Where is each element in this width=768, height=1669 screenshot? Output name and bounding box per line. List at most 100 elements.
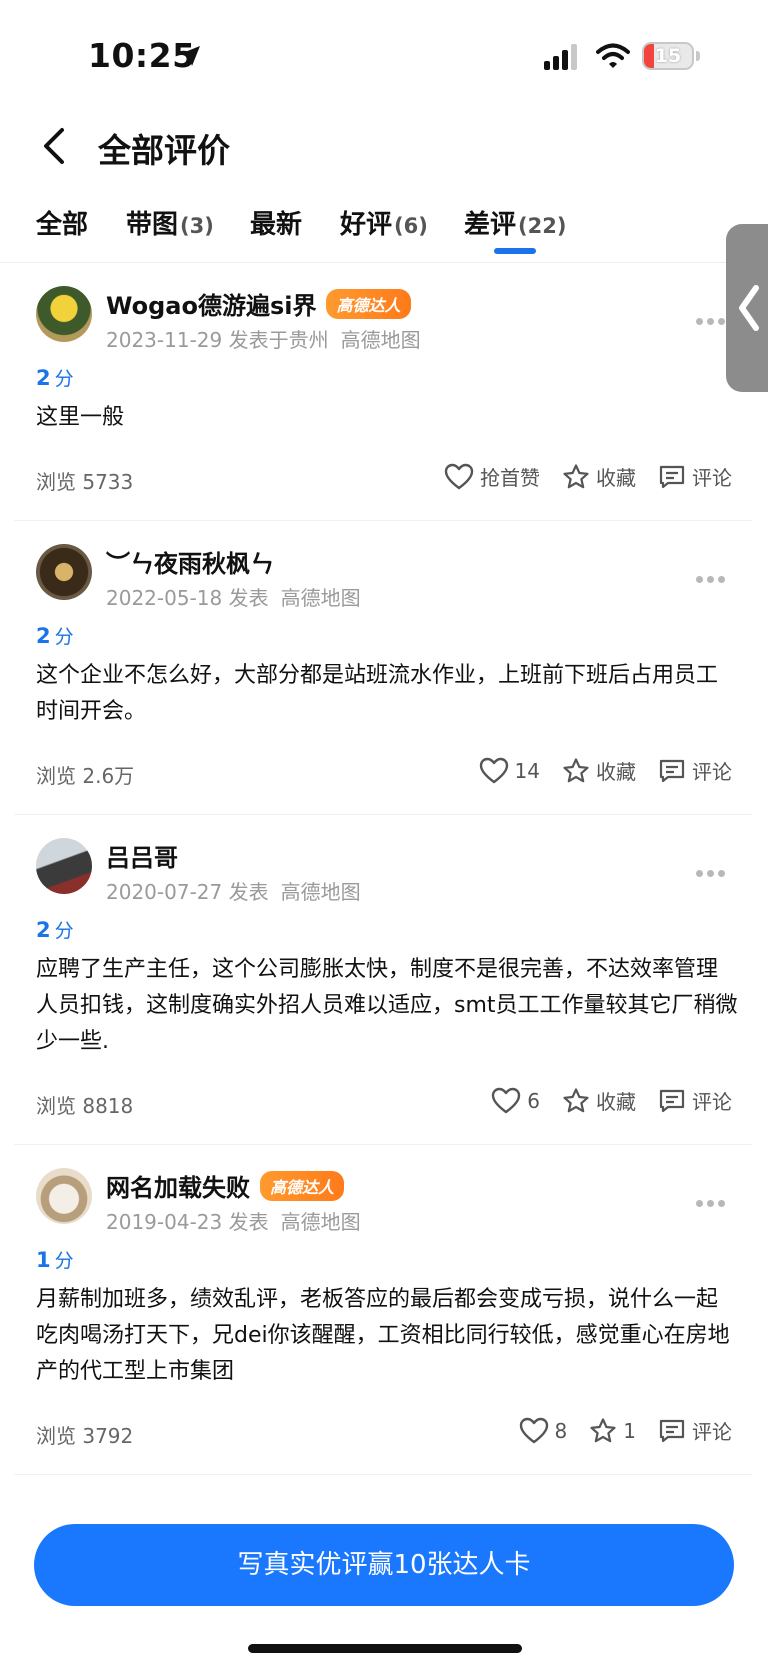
star-icon bbox=[563, 1087, 589, 1112]
comment-label: 评论 bbox=[692, 1420, 732, 1444]
review-actions: 8 1 评论 bbox=[519, 1416, 732, 1445]
tab-label: 好评 bbox=[340, 210, 393, 240]
favorite-count: 1 bbox=[623, 1418, 636, 1443]
wifi-icon bbox=[596, 43, 630, 68]
score-value: 1 bbox=[36, 1248, 51, 1272]
review-meta: 2020-07-27 发表 高德地图 bbox=[106, 876, 361, 905]
comment-icon bbox=[659, 1089, 685, 1112]
favorite-button[interactable]: 收藏 bbox=[562, 756, 636, 785]
comment-label: 评论 bbox=[692, 1090, 732, 1114]
status-bar: 10:25 15 bbox=[0, 0, 768, 110]
review-date: 2020-07-27 发表 bbox=[106, 880, 269, 904]
comment-button[interactable]: 评论 bbox=[658, 462, 732, 491]
comment-icon bbox=[659, 1419, 685, 1442]
score-value: 2 bbox=[36, 624, 51, 648]
heart-icon bbox=[519, 1417, 548, 1443]
tab-all[interactable]: 全部 bbox=[36, 204, 88, 241]
divider bbox=[14, 520, 752, 521]
avatar[interactable] bbox=[36, 838, 92, 894]
like-label: 抢首赞 bbox=[480, 466, 540, 490]
star-icon bbox=[563, 463, 589, 488]
write-review-button[interactable]: 写真实优评赢10张达人卡 bbox=[34, 1524, 734, 1606]
star-icon bbox=[563, 757, 589, 782]
review-text: 应聘了生产主任，这个公司膨胀太快，制度不是很完善，不达效率管理人员扣钱，这制度确… bbox=[36, 957, 738, 1054]
review-score: 1分 bbox=[36, 1246, 74, 1273]
expert-badge: 高德达人 bbox=[260, 1170, 345, 1201]
author-row: Wogao德游遍si界 高德达人 bbox=[106, 286, 411, 321]
review-actions: 14 收藏 评论 bbox=[479, 756, 732, 785]
home-indicator bbox=[248, 1644, 522, 1653]
comment-button[interactable]: 评论 bbox=[658, 1086, 732, 1115]
like-count: 8 bbox=[554, 1418, 568, 1443]
author-row: ︶ㄣ夜雨秋枫ㄣ bbox=[106, 544, 274, 579]
favorite-button[interactable]: 1 bbox=[589, 1417, 636, 1445]
tab-count: (6) bbox=[394, 214, 428, 238]
star-icon bbox=[590, 1417, 616, 1442]
more-dots-icon[interactable] bbox=[696, 568, 732, 583]
tab-negative[interactable]: 差评(22) bbox=[464, 204, 566, 241]
like-button[interactable]: 抢首赞 bbox=[444, 462, 540, 491]
review-actions: 6 收藏 评论 bbox=[491, 1086, 732, 1115]
avatar[interactable] bbox=[36, 544, 92, 600]
review-text: 这里一般 bbox=[36, 405, 125, 430]
review-date: 2022-05-18 发表 bbox=[106, 586, 269, 610]
avatar[interactable] bbox=[36, 1168, 92, 1224]
review-text: 这个企业不怎么好，大部分都是站班流水作业，上班前下班后占用员工时间开会。 bbox=[36, 663, 719, 724]
tab-latest[interactable]: 最新 bbox=[250, 204, 302, 241]
review-meta: 2023-11-29 发表于贵州 高德地图 bbox=[106, 324, 421, 353]
favorite-label: 收藏 bbox=[596, 760, 636, 784]
author-name[interactable]: 网名加载失败 bbox=[106, 1168, 250, 1203]
view-count: 浏览 8818 bbox=[36, 1094, 134, 1118]
favorite-button[interactable]: 收藏 bbox=[562, 1086, 636, 1115]
tab-label: 差评 bbox=[464, 210, 517, 240]
review-source: 高德地图 bbox=[280, 586, 361, 610]
author-row: 吕吕哥 bbox=[106, 838, 178, 873]
score-unit: 分 bbox=[54, 920, 74, 942]
tab-positive[interactable]: 好评(6) bbox=[340, 204, 428, 241]
favorite-label: 收藏 bbox=[596, 466, 636, 490]
tab-label: 全部 bbox=[36, 210, 89, 240]
review-card: ︶ㄣ夜雨秋枫ㄣ 2022-05-18 发表 高德地图 2分 这个企业不怎么好，大部… bbox=[14, 522, 752, 812]
like-button[interactable]: 14 bbox=[479, 757, 540, 785]
review-source: 高德地图 bbox=[340, 328, 421, 352]
like-count: 14 bbox=[514, 758, 540, 783]
view-count: 浏览 5733 bbox=[36, 470, 134, 494]
review-score: 2分 bbox=[36, 916, 74, 943]
back-chevron-icon[interactable] bbox=[38, 126, 74, 166]
list-fade bbox=[0, 1495, 768, 1525]
more-dots-icon[interactable] bbox=[696, 862, 732, 877]
review-meta: 2022-05-18 发表 高德地图 bbox=[106, 582, 361, 611]
tab-label: 带图 bbox=[126, 210, 179, 240]
comment-label: 评论 bbox=[692, 760, 732, 784]
location-arrow-icon bbox=[180, 46, 200, 66]
more-dots-icon[interactable] bbox=[696, 310, 732, 325]
review-card: Wogao德游遍si界 高德达人 2023-11-29 发表于贵州 高德地图 2分… bbox=[14, 264, 752, 520]
score-unit: 分 bbox=[54, 1250, 74, 1272]
comment-icon bbox=[659, 465, 685, 488]
page-title: 全部评价 bbox=[98, 131, 230, 170]
review-meta: 2019-04-23 发表 高德地图 bbox=[106, 1206, 361, 1235]
active-tab-indicator bbox=[494, 248, 536, 254]
like-count: 6 bbox=[527, 1088, 540, 1113]
review-score: 2分 bbox=[36, 622, 74, 649]
battery-tip bbox=[696, 51, 700, 61]
like-button[interactable]: 6 bbox=[491, 1087, 540, 1115]
comment-button[interactable]: 评论 bbox=[658, 756, 732, 785]
author-name[interactable]: Wogao德游遍si界 bbox=[106, 286, 316, 321]
heart-icon bbox=[479, 757, 508, 783]
review-source: 高德地图 bbox=[280, 880, 361, 904]
author-name[interactable]: 吕吕哥 bbox=[106, 838, 178, 873]
divider bbox=[14, 1144, 752, 1145]
battery-level: 15 bbox=[654, 45, 682, 67]
tab-with-photos[interactable]: 带图(3) bbox=[126, 204, 214, 241]
avatar[interactable] bbox=[36, 286, 92, 342]
comment-button[interactable]: 评论 bbox=[658, 1416, 732, 1445]
divider bbox=[14, 814, 752, 815]
divider bbox=[14, 1474, 752, 1475]
review-card: 网名加载失败 高德达人 2019-04-23 发表 高德地图 1分 月薪制加班多，… bbox=[14, 1146, 752, 1474]
like-button[interactable]: 8 bbox=[519, 1417, 568, 1445]
author-row: 网名加载失败 高德达人 bbox=[106, 1168, 345, 1203]
author-name[interactable]: ︶ㄣ夜雨秋枫ㄣ bbox=[106, 544, 274, 579]
more-dots-icon[interactable] bbox=[696, 1192, 732, 1207]
favorite-button[interactable]: 收藏 bbox=[562, 462, 636, 491]
